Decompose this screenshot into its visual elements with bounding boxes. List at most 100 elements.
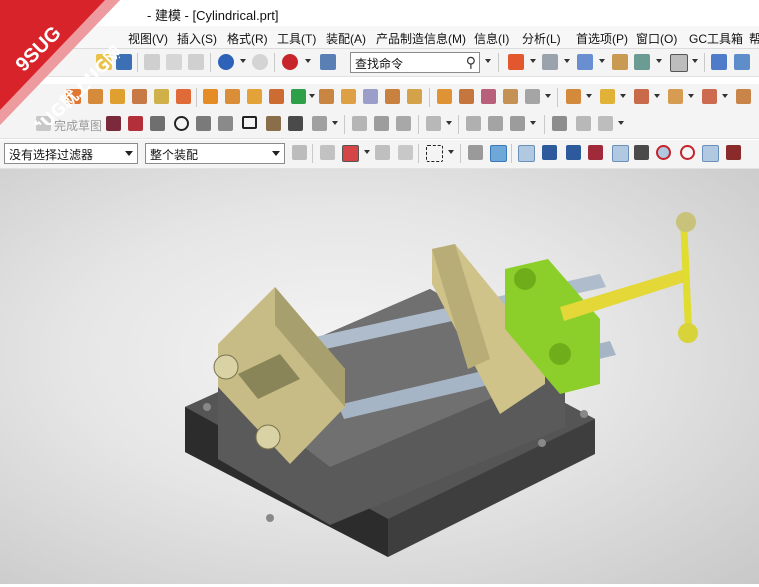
snap-arc-center-icon[interactable] xyxy=(634,145,649,160)
assembly-scope-select[interactable]: 整个装配 xyxy=(145,143,285,164)
constraint-tools-dropdown-icon[interactable] xyxy=(530,121,536,125)
explosion-view-icon[interactable] xyxy=(634,89,649,104)
rectangle-select-icon[interactable] xyxy=(426,145,443,162)
wave-geometry-icon[interactable] xyxy=(668,89,683,104)
point-icon[interactable] xyxy=(288,116,303,131)
snap-intersection-icon[interactable] xyxy=(612,145,629,162)
search-dropdown-icon[interactable] xyxy=(485,59,491,63)
arc-icon[interactable] xyxy=(150,116,165,131)
fillet-sketch-icon[interactable] xyxy=(196,116,211,131)
selection-intent-icon[interactable] xyxy=(375,145,390,160)
orient-view-icon[interactable] xyxy=(711,54,727,70)
redo-icon[interactable] xyxy=(252,54,268,70)
draft-icon[interactable] xyxy=(341,89,356,104)
menu-insert[interactable]: 插入(S) xyxy=(177,30,217,47)
chamfer-icon[interactable] xyxy=(225,89,240,104)
snap-circle-center-icon[interactable] xyxy=(656,145,671,160)
show-constraints-icon[interactable] xyxy=(510,116,525,131)
reference-dropdown-icon[interactable] xyxy=(722,94,728,98)
display-mode-icon[interactable] xyxy=(508,54,524,70)
assembly-constraint-icon[interactable] xyxy=(600,89,615,104)
move-object-icon[interactable] xyxy=(734,54,750,70)
snap-endpoint-icon[interactable] xyxy=(518,145,535,162)
repeat-command-icon[interactable] xyxy=(282,54,298,70)
trim-body-icon[interactable] xyxy=(363,89,378,104)
sequence-icon[interactable] xyxy=(736,89,751,104)
solid-body-filter-icon[interactable] xyxy=(468,145,483,160)
delete-face-icon[interactable] xyxy=(481,89,496,104)
snap-existing-point-icon[interactable] xyxy=(702,145,719,162)
dimension-dropdown-icon[interactable] xyxy=(446,121,452,125)
undo-icon[interactable] xyxy=(218,54,234,70)
menu-help[interactable]: 帮 xyxy=(749,30,759,47)
pattern-feature-icon[interactable] xyxy=(247,89,262,104)
component-dropdown-icon[interactable] xyxy=(586,94,592,98)
circle-icon[interactable] xyxy=(174,116,189,131)
snap-dropdown-icon[interactable] xyxy=(364,150,370,154)
split-body-icon[interactable] xyxy=(385,89,400,104)
menu-view[interactable]: 视图(V) xyxy=(128,30,168,47)
studio-spline-icon[interactable] xyxy=(312,116,327,131)
snap-midpoint-icon[interactable] xyxy=(542,145,557,160)
snap-point-on-curve-icon[interactable] xyxy=(726,145,741,160)
reference-set-icon[interactable] xyxy=(702,89,717,104)
jaw-bolt[interactable] xyxy=(255,424,281,450)
unite-icon[interactable] xyxy=(291,89,306,104)
vise-assembly-model[interactable] xyxy=(0,169,759,584)
geometric-constraint-icon[interactable] xyxy=(466,116,481,131)
paste-icon[interactable] xyxy=(188,54,204,70)
color-swatch-icon[interactable] xyxy=(670,54,688,72)
auto-constraint-icon[interactable] xyxy=(488,116,503,131)
move-face-icon[interactable] xyxy=(437,89,452,104)
pull-face-icon[interactable] xyxy=(459,89,474,104)
pocket-icon[interactable] xyxy=(154,89,169,104)
dimension-icon[interactable] xyxy=(426,116,441,131)
edge-blend-icon[interactable] xyxy=(203,89,218,104)
select-mode-dropdown-icon[interactable] xyxy=(448,150,454,154)
menu-assembly[interactable]: 装配(A) xyxy=(326,30,366,47)
filter-settings-icon[interactable] xyxy=(320,145,335,160)
explosion-dropdown-icon[interactable] xyxy=(654,94,660,98)
sketch-layout-icon[interactable] xyxy=(552,116,567,131)
quick-extend-icon[interactable] xyxy=(374,116,389,131)
menu-window[interactable]: 窗口(O) xyxy=(636,30,677,47)
menu-gc-toolkit[interactable]: GC工具箱 xyxy=(689,30,743,47)
background-icon[interactable] xyxy=(612,54,628,70)
command-search-input[interactable]: 查找命令 ⚲ xyxy=(350,52,480,73)
shading-dropdown-icon[interactable] xyxy=(564,59,570,63)
view-cube-icon[interactable] xyxy=(577,54,593,70)
display-mode-dropdown-icon[interactable] xyxy=(530,59,536,63)
mirror-feature-icon[interactable] xyxy=(269,89,284,104)
view-dropdown-icon[interactable] xyxy=(599,59,605,63)
sketch-settings-icon[interactable] xyxy=(598,116,613,131)
sketch-views-icon[interactable] xyxy=(576,116,591,131)
make-corner-icon[interactable] xyxy=(396,116,411,131)
curve-rule-icon[interactable] xyxy=(398,145,413,160)
menu-analysis[interactable]: 分析(L) xyxy=(522,30,561,47)
boolean-dropdown-icon[interactable] xyxy=(309,94,315,98)
wave-dropdown-icon[interactable] xyxy=(688,94,694,98)
chamfer-sketch-icon[interactable] xyxy=(218,116,233,131)
color-dropdown-icon[interactable] xyxy=(692,59,698,63)
shell-icon[interactable] xyxy=(319,89,334,104)
replace-face-icon[interactable] xyxy=(503,89,518,104)
graphics-window[interactable] xyxy=(0,169,759,584)
polygon-icon[interactable] xyxy=(266,116,281,131)
menu-preferences[interactable]: 首选项(P) xyxy=(576,30,628,47)
undo-dropdown-icon[interactable] xyxy=(240,59,246,63)
curve-dropdown-icon[interactable] xyxy=(332,121,338,125)
assembly-component-icon[interactable] xyxy=(566,89,581,104)
jaw-bolt[interactable] xyxy=(213,354,239,380)
menu-pmi[interactable]: 产品制造信息(M) xyxy=(376,30,466,47)
boss-icon[interactable] xyxy=(132,89,147,104)
sketch-settings-dropdown-icon[interactable] xyxy=(618,121,624,125)
pad-icon[interactable] xyxy=(176,89,191,104)
offset-face-icon[interactable] xyxy=(407,89,422,104)
section-dropdown-icon[interactable] xyxy=(656,59,662,63)
cut-icon[interactable] xyxy=(144,54,160,70)
resize-blend-icon[interactable] xyxy=(525,89,540,104)
shading-icon[interactable] xyxy=(542,54,558,70)
section-view-icon[interactable] xyxy=(634,54,650,70)
sync-dropdown-icon[interactable] xyxy=(545,94,551,98)
snap-on-curve-icon[interactable] xyxy=(588,145,603,160)
